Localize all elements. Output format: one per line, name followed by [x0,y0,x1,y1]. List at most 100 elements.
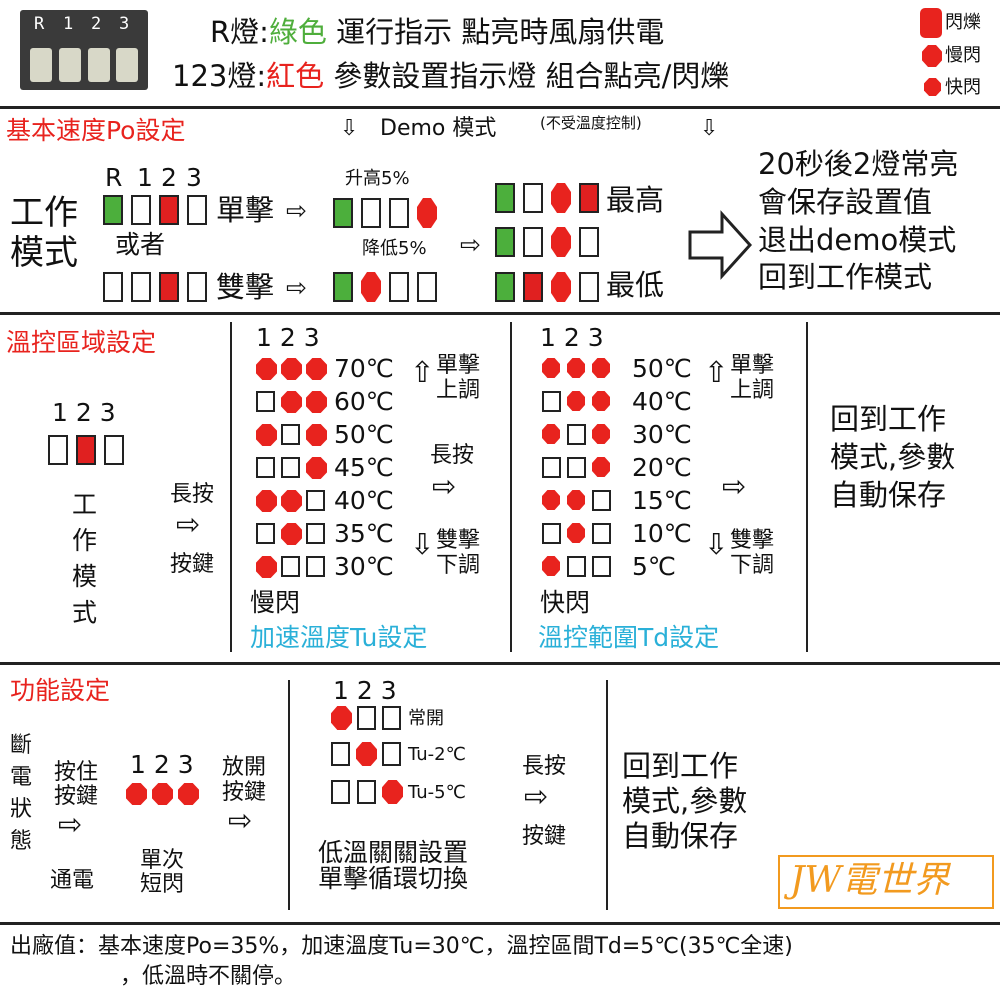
double-click-label: 雙擊 [216,270,275,304]
flash-lamp-icon [281,358,302,380]
base-result-4: 回到工作模式 [758,260,933,294]
temp-mode-4: 式 [72,598,98,627]
board-led [30,48,52,82]
func-title: 功能設定 [10,676,111,705]
poweroff-4: 態 [10,829,33,854]
divider [0,312,1000,315]
up-arrow-icon: ⇧ [704,355,729,389]
lamp-on [579,183,599,213]
lamp-off [542,391,561,412]
td-title: 溫控範圍Td設定 [538,623,720,652]
adjust-down-label: 下調 [730,553,775,578]
temperature-value: 60℃ [334,387,394,416]
temp-mode-3: 模 [72,562,98,591]
func-result-3: 自動保存 [622,819,739,853]
flash-lamp-icon [361,272,381,302]
lamp-off [357,780,376,804]
lamp-off [131,272,151,302]
func-result-2: 模式,參數 [622,784,748,818]
flash-lamp-icon [551,272,571,302]
legend-flash-icon [920,8,942,38]
flash-lamp-icon [281,490,302,512]
mode-label-1: 工作 [10,193,78,233]
lamp-off [523,227,543,257]
up-arrow-icon: ⇧ [410,355,435,389]
lamp-off [382,742,401,766]
r-lamp-label: R燈: [210,15,269,49]
temperature-value: 20℃ [632,453,692,482]
right-arrow-icon: ⇨ [286,273,307,302]
lamp-off [331,780,350,804]
key-label: 按鍵 [170,552,215,577]
func-result-1: 回到工作 [622,749,739,783]
flash-lamp-icon [281,391,302,413]
flash-lamp-icon [256,490,277,512]
board-led [116,48,138,82]
hold-1: 按住 [54,760,99,785]
poweroff-1: 斷 [10,733,33,758]
temperature-value: 70℃ [334,354,394,383]
lamp-off [48,435,68,465]
hold-2: 按鍵 [54,784,99,809]
lamp-off [281,457,300,478]
lamp-r-on [495,272,515,302]
demo-note: (不受溫度控制) [540,114,642,132]
flash-lamp-icon [551,183,571,213]
flash-lamp-icon [256,424,277,446]
lamp-off [542,523,561,544]
flash-lamp-icon [592,457,610,477]
lamp-off [256,523,275,544]
down-label: 降低5% [362,238,427,259]
flash-lamp-icon [306,358,327,380]
divider [230,322,232,652]
green-word: 綠色 [268,15,327,49]
temperature-value: 50℃ [632,354,692,383]
flash-lamp-icon [542,490,560,510]
lamp-off [104,435,124,465]
temperature-value: 45℃ [334,453,394,482]
flash-lamp-icon [356,742,377,766]
temperature-value: 5℃ [632,552,676,581]
lamp-off [389,272,409,302]
right-arrow-icon: ⇨ [286,196,307,225]
lamp-off [281,424,300,445]
right-arrow-icon: ⇨ [722,469,747,503]
base-result-1: 20秒後2燈常亮 [758,147,959,181]
single-click-label: 單擊 [436,353,481,378]
lamp-off [187,195,207,225]
tu-title: 加速溫度Tu設定 [250,623,428,652]
demo-label: Demo 模式 [380,116,497,141]
flash-lamp-icon [306,457,327,479]
right-arrow-icon: ⇨ [176,507,201,541]
lamp-off [256,457,275,478]
func-head: 1 2 3 [130,750,194,779]
lamp-label-1: 1 [137,163,153,192]
board-label-r: R [34,14,45,34]
up-label: 升高5% [345,168,410,189]
single-click-label: 單擊 [216,193,275,227]
long-press-label: 長按 [170,482,215,507]
poweroff-3: 狀 [10,797,33,822]
single-flash-1: 單次 [140,848,185,873]
flash-lamp-icon [306,424,327,446]
board-label-1: 1 [63,14,74,34]
right-arrow-icon: ⇨ [228,803,253,837]
right-arrow-icon: ⇨ [460,230,481,259]
lamp-off [361,198,381,228]
lamp-off [331,742,350,766]
legend-slow-label: 慢閃 [945,45,981,66]
logo-text: JW電世界 [790,860,950,901]
divider [0,922,1000,925]
board-led [88,48,110,82]
temp-mode-2: 作 [72,526,98,555]
lamp-off [579,272,599,302]
temperature-value: 35℃ [334,519,394,548]
board-label-3: 3 [119,14,130,34]
big-right-arrow-icon [688,210,752,280]
opt-tu5-label: Tu-5℃ [408,782,466,803]
max-label: 最高 [606,183,665,217]
flash-lamp-icon [281,523,302,545]
release-1: 放開 [222,755,267,780]
flash-lamp-icon [382,780,403,804]
flash-lamp-icon [331,706,352,730]
